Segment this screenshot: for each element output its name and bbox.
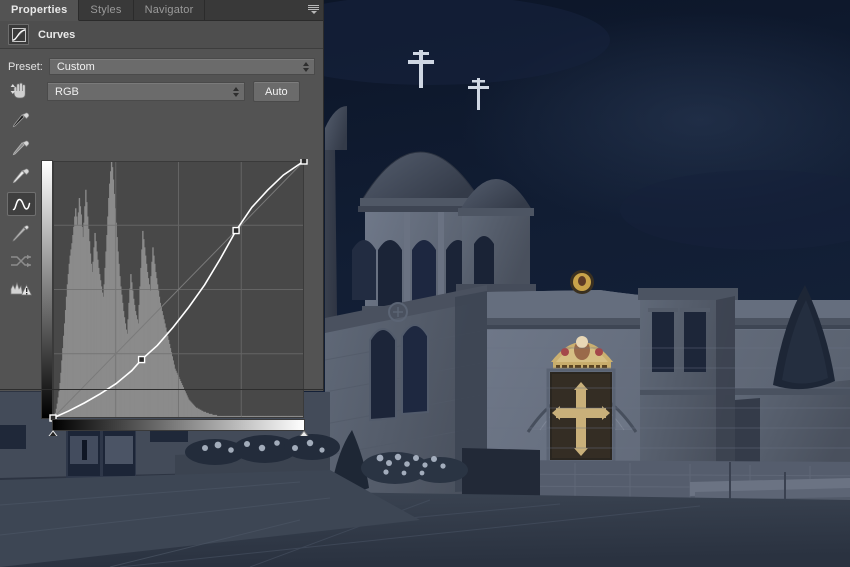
tab-navigator[interactable]: Navigator xyxy=(133,0,206,20)
tab-styles[interactable]: Styles xyxy=(79,0,134,20)
channel-value: RGB xyxy=(55,85,79,98)
panel-header: Curves xyxy=(0,21,323,49)
auto-label: Auto xyxy=(265,85,288,98)
black-point-eyedropper-icon[interactable] xyxy=(8,108,35,130)
input-gradient-ramp xyxy=(53,420,304,430)
curve-control-point[interactable] xyxy=(300,159,308,165)
curves-graph[interactable] xyxy=(41,159,315,436)
curve-point-edit-icon[interactable] xyxy=(6,192,36,216)
preset-label: Preset: xyxy=(8,60,43,73)
channel-row: RGB Auto xyxy=(47,81,315,102)
clipping-warning-icon[interactable] xyxy=(8,278,35,300)
channel-select[interactable]: RGB xyxy=(47,82,245,101)
preset-row: Preset: Custom xyxy=(8,58,315,75)
chevron-updown-icon xyxy=(303,61,309,72)
smooth-curve-icon[interactable] xyxy=(8,250,35,272)
page-title: Curves xyxy=(38,28,76,41)
preset-select[interactable]: Custom xyxy=(48,58,315,75)
pencil-draw-curve-icon[interactable] xyxy=(8,222,35,244)
tab-bar-filler xyxy=(205,0,323,20)
preset-value: Custom xyxy=(56,60,95,73)
white-point-eyedropper-icon[interactable] xyxy=(8,164,35,186)
properties-panel: Properties Styles Navigator Curves Prese… xyxy=(0,0,323,436)
tab-properties[interactable]: Properties xyxy=(0,0,80,21)
curve-control-point[interactable] xyxy=(137,355,146,364)
on-image-adjust-icon[interactable] xyxy=(8,80,35,102)
panel-body: Preset: Custom RGB Auto xyxy=(0,49,323,436)
black-input-slider xyxy=(48,430,58,436)
panel-tab-bar: Properties Styles Navigator xyxy=(0,0,323,21)
panel-menu-icon[interactable] xyxy=(308,5,319,14)
output-gradient-ramp xyxy=(42,161,52,418)
white-input-slider xyxy=(299,430,309,436)
panel-bottom-edge xyxy=(0,389,323,390)
curve-control-point[interactable] xyxy=(232,226,240,235)
curves-icon xyxy=(8,24,29,45)
gray-point-eyedropper-icon[interactable] xyxy=(8,136,35,158)
curves-toolbar xyxy=(6,80,36,300)
auto-button[interactable]: Auto xyxy=(253,81,300,102)
chevron-updown-icon xyxy=(233,86,239,97)
